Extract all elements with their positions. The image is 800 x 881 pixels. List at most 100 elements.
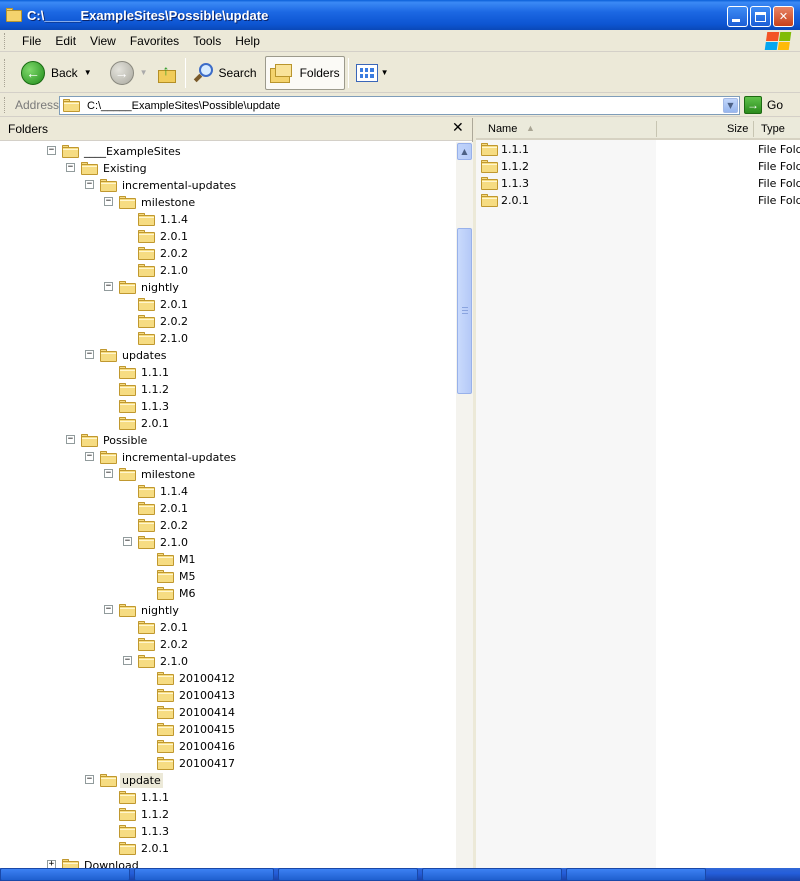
taskbar-button[interactable] — [278, 868, 418, 881]
tree-node[interactable]: 2.1.0 — [138, 262, 190, 279]
maximize-button[interactable] — [750, 6, 771, 27]
tree-node[interactable]: 2.0.1 — [138, 228, 190, 245]
column-divider[interactable] — [656, 121, 657, 137]
expand-icon[interactable]: + — [47, 860, 56, 868]
tree-node[interactable]: − nightly — [104, 279, 181, 296]
taskbar-button[interactable] — [134, 868, 274, 881]
toolbar-grip[interactable] — [4, 58, 7, 87]
tree-node[interactable]: 1.1.2 — [119, 806, 171, 823]
menu-favorites[interactable]: Favorites — [123, 34, 186, 48]
minimize-button[interactable] — [727, 6, 748, 27]
tree-node[interactable]: − ____ExampleSites — [47, 143, 183, 160]
list-item[interactable]: 2.0.1 — [481, 192, 529, 209]
tree-node[interactable]: 1.1.4 — [138, 211, 190, 228]
column-header-size[interactable]: Size — [727, 123, 748, 135]
tree-node[interactable]: 20100413 — [157, 687, 237, 704]
taskbar-button[interactable] — [0, 868, 130, 881]
tree-node[interactable]: 1.1.2 — [119, 381, 171, 398]
menu-tools[interactable]: Tools — [186, 34, 228, 48]
tree-node[interactable]: − update — [85, 772, 163, 789]
views-button[interactable]: ▼ — [352, 56, 393, 90]
tree-node[interactable]: 2.0.1 — [138, 296, 190, 313]
tree-node[interactable]: 2.0.1 — [138, 500, 190, 517]
tree-node[interactable]: − nightly — [104, 602, 181, 619]
menu-view[interactable]: View — [83, 34, 123, 48]
toolbar-grip[interactable] — [4, 32, 7, 49]
tree-node[interactable]: 2.0.2 — [138, 313, 190, 330]
folder-icon — [62, 859, 79, 868]
tree-node[interactable]: M1 — [157, 551, 198, 568]
list-item[interactable]: 1.1.1 — [481, 141, 529, 158]
tree-node[interactable]: − incremental-updates — [85, 177, 238, 194]
close-button[interactable]: ✕ — [773, 6, 794, 27]
address-dropdown-button[interactable]: ▼ — [723, 98, 738, 113]
back-dropdown-icon[interactable]: ▼ — [84, 68, 92, 77]
tree-node[interactable]: 1.1.3 — [119, 823, 171, 840]
tree-node[interactable]: 2.0.2 — [138, 245, 190, 262]
tree-node[interactable]: − milestone — [104, 466, 197, 483]
tree-node[interactable]: + Download — [47, 857, 141, 868]
tree-node[interactable]: − Possible — [66, 432, 149, 449]
tree-node[interactable]: 20100417 — [157, 755, 237, 772]
collapse-icon[interactable]: − — [104, 282, 113, 291]
tree-node[interactable]: 1.1.4 — [138, 483, 190, 500]
scroll-thumb[interactable] — [457, 228, 472, 394]
go-button[interactable]: → Go — [744, 96, 783, 114]
tree-node[interactable]: 2.1.0 — [138, 330, 190, 347]
tree-node[interactable]: − 2.1.0 — [123, 653, 190, 670]
tree-node[interactable]: − updates — [85, 347, 169, 364]
tree-node[interactable]: 1.1.1 — [119, 789, 171, 806]
tree-node[interactable]: 2.0.1 — [119, 415, 171, 432]
tree-node[interactable]: 1.1.3 — [119, 398, 171, 415]
folders-button[interactable]: Folders — [264, 55, 345, 90]
menu-edit[interactable]: Edit — [48, 34, 83, 48]
tree-node[interactable]: 20100414 — [157, 704, 237, 721]
taskbar-button[interactable] — [422, 868, 562, 881]
tree-node[interactable]: 20100412 — [157, 670, 237, 687]
column-header-type[interactable]: Type — [761, 123, 785, 135]
collapse-icon[interactable]: − — [85, 452, 94, 461]
collapse-icon[interactable]: − — [66, 435, 75, 444]
tree-node[interactable]: − milestone — [104, 194, 197, 211]
collapse-icon[interactable]: − — [47, 146, 56, 155]
collapse-icon[interactable]: − — [104, 469, 113, 478]
collapse-icon[interactable]: − — [104, 605, 113, 614]
list-item[interactable]: 1.1.3 — [481, 175, 529, 192]
menu-help[interactable]: Help — [228, 34, 267, 48]
collapse-icon[interactable]: − — [104, 197, 113, 206]
toolbar-grip[interactable] — [4, 97, 7, 113]
tree-node[interactable]: 2.0.1 — [138, 619, 190, 636]
address-input[interactable]: C:\_____ExampleSites\Possible\update ▼ — [59, 96, 740, 115]
taskbar-button[interactable] — [566, 868, 706, 881]
back-button[interactable]: ← Back ▼ — [17, 56, 96, 90]
tree-node[interactable]: − Existing — [66, 160, 149, 177]
tree-node[interactable]: 2.0.1 — [119, 840, 171, 857]
forward-dropdown-icon[interactable]: ▼ — [140, 68, 148, 77]
collapse-icon[interactable]: − — [123, 537, 132, 546]
tree-node[interactable]: 2.0.2 — [138, 517, 190, 534]
title-bar[interactable]: C:\_____ExampleSites\Possible\update ✕ — [0, 0, 800, 30]
close-pane-icon[interactable]: ✕ — [452, 120, 464, 136]
forward-button[interactable]: → ▼ — [106, 56, 152, 90]
collapse-icon[interactable]: − — [85, 180, 94, 189]
collapse-icon[interactable]: − — [66, 163, 75, 172]
list-item[interactable]: 1.1.2 — [481, 158, 529, 175]
tree-node[interactable]: 1.1.1 — [119, 364, 171, 381]
scroll-up-button[interactable]: ▲ — [457, 143, 472, 160]
up-button[interactable]: ↑ — [152, 56, 182, 90]
tree-node[interactable]: 20100415 — [157, 721, 237, 738]
tree-node[interactable]: M5 — [157, 568, 198, 585]
tree-node[interactable]: − incremental-updates — [85, 449, 238, 466]
collapse-icon[interactable]: − — [123, 656, 132, 665]
tree-node[interactable]: 2.0.2 — [138, 636, 190, 653]
tree-node[interactable]: M6 — [157, 585, 198, 602]
collapse-icon[interactable]: − — [85, 775, 94, 784]
tree-vertical-scrollbar[interactable]: ▲ — [456, 142, 473, 868]
tree-node[interactable]: 20100416 — [157, 738, 237, 755]
collapse-icon[interactable]: − — [85, 350, 94, 359]
column-divider[interactable] — [753, 121, 754, 137]
menu-file[interactable]: File — [15, 34, 48, 48]
column-header-name[interactable]: Name — [488, 123, 517, 135]
tree-node[interactable]: − 2.1.0 — [123, 534, 190, 551]
search-button[interactable]: Search — [189, 56, 261, 90]
